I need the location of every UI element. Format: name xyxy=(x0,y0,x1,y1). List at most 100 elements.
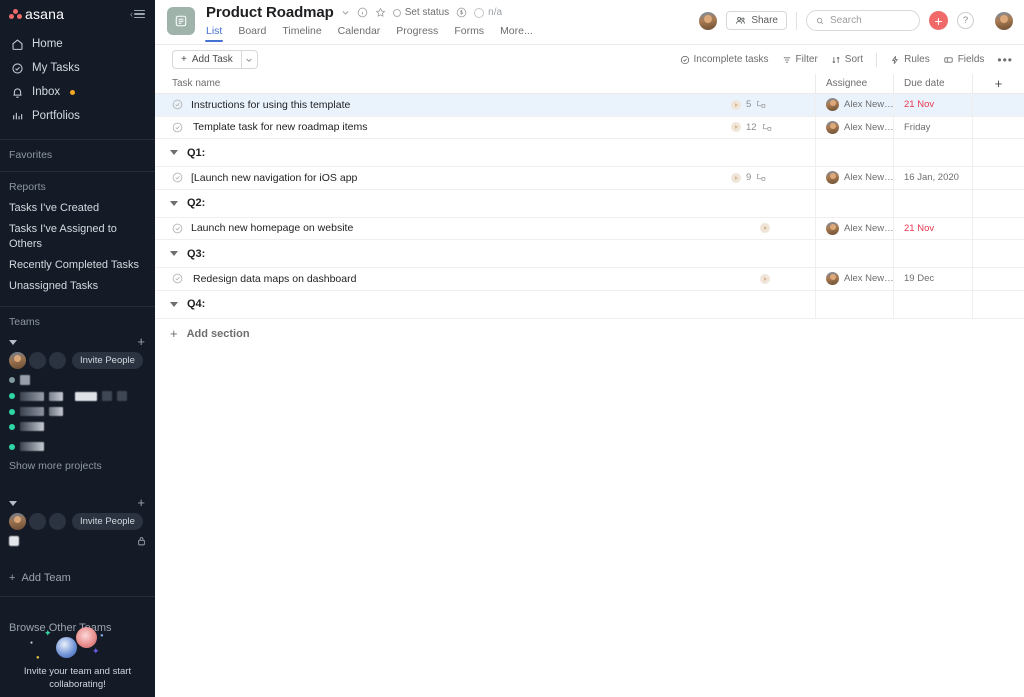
star-icon[interactable] xyxy=(375,7,386,18)
assignee[interactable]: Alex Newnh... xyxy=(826,221,894,235)
user-avatar[interactable] xyxy=(995,11,1013,30)
sidebar-project-item[interactable] xyxy=(0,434,155,454)
quick-add-button[interactable]: + xyxy=(929,11,948,30)
assignee[interactable]: Alex Newnh... xyxy=(826,171,894,185)
sidebar-item-home[interactable]: Home xyxy=(0,32,155,56)
table-row[interactable]: Launch new homepage on website Alex Newn… xyxy=(155,217,1024,240)
task-name-cell[interactable]: Instructions for using this template xyxy=(155,99,719,111)
column-header-task-name[interactable]: Task name xyxy=(155,78,719,89)
help-button[interactable]: ? xyxy=(957,12,974,29)
section-row[interactable]: Q4: xyxy=(155,290,1024,319)
dollar-circle-icon[interactable] xyxy=(456,7,467,18)
team-collapse-caret-icon[interactable] xyxy=(9,500,17,506)
task-due-date-cell[interactable]: 21 Nov xyxy=(893,94,972,116)
sidebar-item-portfolios[interactable]: Portfolios xyxy=(0,104,155,128)
sidebar-item-recently-completed-tasks[interactable]: Recently Completed Tasks xyxy=(0,255,155,276)
task-name-cell[interactable]: Redesign data maps on dashboard xyxy=(155,273,719,285)
table-row[interactable]: Template task for new roadmap items 12 A… xyxy=(155,116,1024,139)
task-due-date-cell[interactable]: Friday xyxy=(893,116,972,138)
tab-forms[interactable]: Forms xyxy=(454,25,484,42)
section-collapse-caret-icon[interactable] xyxy=(170,251,178,256)
tab-more[interactable]: More... xyxy=(500,25,533,42)
task-complete-icon[interactable] xyxy=(172,273,183,284)
task-assignee-cell[interactable]: Alex Newnh... xyxy=(815,268,894,290)
invite-people-button[interactable]: Invite People xyxy=(72,352,143,369)
task-complete-icon[interactable] xyxy=(172,122,183,133)
incomplete-tasks-filter-button[interactable]: Incomplete tasks xyxy=(680,54,769,65)
show-more-projects-button[interactable]: Show more projects xyxy=(0,454,155,478)
tab-timeline[interactable]: Timeline xyxy=(282,25,321,42)
assignee[interactable]: Alex Newnh... xyxy=(826,98,894,112)
column-header-assignee[interactable]: Assignee xyxy=(815,74,893,93)
section-collapse-caret-icon[interactable] xyxy=(170,200,178,206)
team-collapse-caret-icon[interactable] xyxy=(9,339,17,345)
task-due-date-cell[interactable]: 21 Nov xyxy=(893,217,972,239)
task-extra-cell[interactable] xyxy=(972,116,1024,138)
task-assignee-cell[interactable]: Alex Newnh... xyxy=(815,217,894,239)
avatar[interactable] xyxy=(29,513,46,530)
section-row[interactable]: Q3: xyxy=(155,240,1024,268)
sidebar-project-item[interactable] xyxy=(0,404,155,419)
tab-progress[interactable]: Progress xyxy=(396,25,438,42)
assignee[interactable]: Alex Newnh... xyxy=(826,120,894,134)
tab-board[interactable]: Board xyxy=(238,25,266,42)
add-project-icon[interactable]: + xyxy=(137,335,145,348)
sidebar-item-tasks-assigned-to-others[interactable]: Tasks I've Assigned to Others xyxy=(0,219,155,255)
invite-people-button[interactable]: Invite People xyxy=(72,513,143,530)
task-due-date-cell[interactable]: 16 Jan, 2020 xyxy=(893,167,972,189)
task-name-cell[interactable]: [Launch new navigation for iOS app xyxy=(155,171,719,184)
task-extra-cell[interactable] xyxy=(972,167,1024,189)
table-row[interactable]: Redesign data maps on dashboard Alex New… xyxy=(155,268,1024,291)
search-input[interactable] xyxy=(830,15,910,26)
status-na-indicator[interactable]: n/a xyxy=(474,7,502,18)
sidebar-project-item[interactable] xyxy=(0,419,155,434)
table-row[interactable]: Instructions for using this template 5 A… xyxy=(155,94,1024,117)
search-box[interactable] xyxy=(806,10,920,31)
table-row[interactable]: [Launch new navigation for iOS app 9 Ale… xyxy=(155,167,1024,190)
avatar[interactable] xyxy=(49,352,66,369)
avatar[interactable] xyxy=(9,513,26,530)
section-collapse-caret-icon[interactable] xyxy=(170,150,178,155)
sidebar-section-favorites[interactable]: Favorites xyxy=(0,140,155,166)
tab-calendar[interactable]: Calendar xyxy=(338,25,381,42)
avatar[interactable] xyxy=(29,352,46,369)
column-header-add-field[interactable]: + xyxy=(972,74,1024,93)
task-name-cell[interactable]: Template task for new roadmap items xyxy=(155,121,719,134)
add-task-button[interactable]: + Add Task xyxy=(172,50,241,69)
avatar[interactable] xyxy=(49,513,66,530)
section-row[interactable]: Q2: xyxy=(155,189,1024,218)
asana-logo[interactable]: asana xyxy=(9,7,64,21)
invite-team-illustration[interactable]: ✦ ✦ ● ● ● Invite your team and start col… xyxy=(0,621,155,691)
sidebar-item-inbox[interactable]: Inbox xyxy=(0,80,155,104)
tab-list[interactable]: List xyxy=(204,25,224,42)
add-team-button[interactable]: + Add Team xyxy=(0,565,155,591)
section-cell[interactable]: Q1: xyxy=(155,147,719,159)
project-member-avatar[interactable] xyxy=(699,11,718,30)
more-options-button[interactable]: ••• xyxy=(997,54,1013,66)
chevron-down-icon[interactable] xyxy=(341,8,350,17)
task-complete-icon[interactable] xyxy=(172,172,183,183)
task-due-date-cell[interactable]: 19 Dec xyxy=(893,268,972,290)
sidebar-item-my-tasks[interactable]: My Tasks xyxy=(0,56,155,80)
section-cell[interactable]: Q2: xyxy=(155,197,719,209)
set-status-button[interactable]: Set status xyxy=(392,7,449,18)
task-complete-icon[interactable] xyxy=(172,223,183,234)
sidebar-project-item[interactable] xyxy=(0,372,155,388)
sidebar-project-item[interactable] xyxy=(0,388,155,404)
add-task-dropdown-button[interactable] xyxy=(240,50,258,69)
section-collapse-caret-icon[interactable] xyxy=(170,301,178,307)
sidebar-item-tasks-ive-created[interactable]: Tasks I've Created xyxy=(0,198,155,219)
add-project-icon[interactable]: + xyxy=(137,496,145,509)
rules-button[interactable]: Rules xyxy=(890,54,930,65)
sidebar-item-unassigned-tasks[interactable]: Unassigned Tasks xyxy=(0,276,155,297)
section-cell[interactable]: Q3: xyxy=(155,248,719,260)
task-name-cell[interactable]: Launch new homepage on website xyxy=(155,222,719,234)
task-extra-cell[interactable] xyxy=(972,94,1024,116)
filter-button[interactable]: Filter xyxy=(782,54,818,65)
avatar[interactable] xyxy=(9,352,26,369)
info-icon[interactable] xyxy=(357,7,368,18)
add-section-button[interactable]: + Add section xyxy=(155,319,1024,349)
sidebar-section-teams[interactable]: Teams xyxy=(0,307,155,333)
sidebar-project-item[interactable] xyxy=(0,533,155,549)
collapse-sidebar-button[interactable]: ‹ xyxy=(130,9,145,19)
